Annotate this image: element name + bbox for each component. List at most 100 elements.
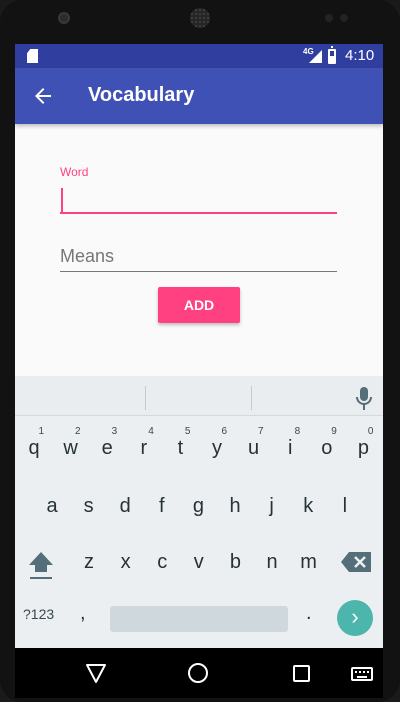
key-label: s	[83, 495, 94, 517]
key-label: u	[248, 437, 260, 459]
key-x[interactable]: x	[108, 536, 144, 588]
key-k[interactable]: k	[290, 480, 326, 532]
word-input[interactable]	[60, 184, 337, 214]
key-label: t	[177, 437, 184, 459]
light-sensor	[340, 14, 348, 22]
key-v[interactable]: v	[181, 536, 217, 588]
signal-icon	[309, 50, 322, 63]
key-c[interactable]: c	[144, 536, 180, 588]
device-frame: 4G 4:10 Vocabulary Word ADD	[0, 0, 400, 702]
key-l[interactable]: l	[327, 480, 363, 532]
key-g[interactable]: g	[180, 480, 216, 532]
front-camera	[58, 12, 70, 24]
space-key[interactable]	[110, 606, 288, 632]
key-hint: 6	[221, 426, 227, 437]
key-i[interactable]: i8	[272, 422, 308, 474]
suggestion-divider	[251, 386, 252, 410]
key-q[interactable]: q1	[16, 422, 52, 474]
key-hint: 3	[111, 426, 118, 437]
key-label: v	[193, 551, 204, 573]
key-hint: 5	[184, 426, 191, 437]
status-clock: 4:10	[345, 47, 375, 64]
key-hint: 7	[258, 426, 264, 437]
key-j[interactable]: j	[254, 480, 290, 532]
nav-home-icon[interactable]	[188, 663, 208, 683]
back-arrow-icon[interactable]	[31, 84, 55, 108]
nav-back-icon[interactable]	[85, 662, 107, 684]
key-h[interactable]: h	[217, 480, 253, 532]
key-hint: 8	[294, 426, 301, 437]
add-button[interactable]: ADD	[158, 287, 240, 323]
key-hint: 4	[148, 426, 154, 437]
soft-keyboard: q1w2e3r4t5y6u7i8o9p0 asdfghjkl zxcvbnm ?…	[15, 376, 383, 648]
status-bar: 4G 4:10	[15, 44, 383, 68]
key-s[interactable]: s	[71, 480, 107, 532]
shift-icon[interactable]	[23, 548, 59, 584]
key-label: c	[157, 551, 168, 573]
page-title: Vocabulary	[88, 84, 195, 106]
key-label: b	[229, 551, 241, 573]
key-z[interactable]: z	[71, 536, 107, 588]
suggestion-divider	[145, 386, 146, 410]
key-label: r	[140, 437, 148, 459]
key-label: p	[357, 437, 369, 459]
sd-card-icon	[27, 49, 38, 63]
key-label: x	[120, 551, 131, 573]
key-label: m	[300, 551, 317, 573]
key-label: l	[342, 495, 348, 517]
key-label: o	[321, 437, 333, 459]
key-label: a	[46, 495, 58, 517]
key-label: y	[212, 437, 222, 459]
microphone-icon[interactable]	[355, 386, 373, 412]
keyboard-row-2: a s d fgh j k l	[15, 480, 383, 532]
earpiece-speaker	[190, 8, 210, 28]
key-u[interactable]: u7	[236, 422, 272, 474]
backspace-icon[interactable]	[341, 552, 371, 572]
means-input[interactable]	[60, 242, 337, 272]
period-key[interactable]: .	[306, 602, 312, 625]
symbols-key[interactable]: ?123	[23, 606, 54, 622]
key-label: e	[101, 437, 113, 459]
key-hint: 1	[38, 426, 44, 437]
key-d[interactable]: d	[107, 480, 143, 532]
word-field-label: Word	[60, 165, 89, 179]
suggestion-strip[interactable]	[15, 376, 383, 416]
app-bar: Vocabulary	[15, 68, 383, 124]
key-label: z	[84, 551, 94, 573]
text-cursor	[61, 188, 63, 212]
key-label: q	[28, 437, 40, 459]
comma-key[interactable]: ,	[80, 602, 86, 625]
key-a[interactable]: a	[34, 480, 70, 532]
key-label: k	[303, 495, 314, 517]
key-label: f	[159, 495, 165, 517]
keyboard-row-1: q1w2e3r4t5y6u7i8o9p0	[15, 422, 383, 474]
key-m[interactable]: m	[291, 536, 327, 588]
key-w[interactable]: w2	[53, 422, 89, 474]
enter-key[interactable]: ›	[337, 600, 373, 636]
system-nav-bar	[15, 648, 383, 698]
key-f[interactable]: f	[144, 480, 180, 532]
key-hint: 0	[367, 426, 374, 437]
key-b[interactable]: b	[217, 536, 253, 588]
screen: 4G 4:10 Vocabulary Word ADD	[15, 44, 383, 698]
key-label: w	[63, 437, 78, 459]
battery-icon	[328, 46, 336, 64]
key-y[interactable]: y6	[199, 422, 235, 474]
key-label: j	[269, 495, 274, 517]
key-hint: 9	[331, 426, 337, 437]
key-p[interactable]: p0	[345, 422, 381, 474]
device-top-bezel	[0, 0, 400, 44]
key-e[interactable]: e3	[89, 422, 125, 474]
key-label: h	[229, 495, 241, 517]
key-t[interactable]: t5	[162, 422, 198, 474]
key-hint: 2	[75, 426, 81, 437]
key-o[interactable]: o9	[309, 422, 345, 474]
key-label: n	[266, 551, 278, 573]
nav-keyboard-icon[interactable]	[351, 667, 373, 681]
key-n[interactable]: n	[254, 536, 290, 588]
nav-recents-icon[interactable]	[293, 665, 310, 682]
keyboard-row-4: ?123 , . ›	[15, 592, 383, 644]
key-r[interactable]: r4	[126, 422, 162, 474]
key-label: d	[119, 495, 131, 517]
keyboard-row-3: z x c v b nm	[15, 536, 383, 588]
